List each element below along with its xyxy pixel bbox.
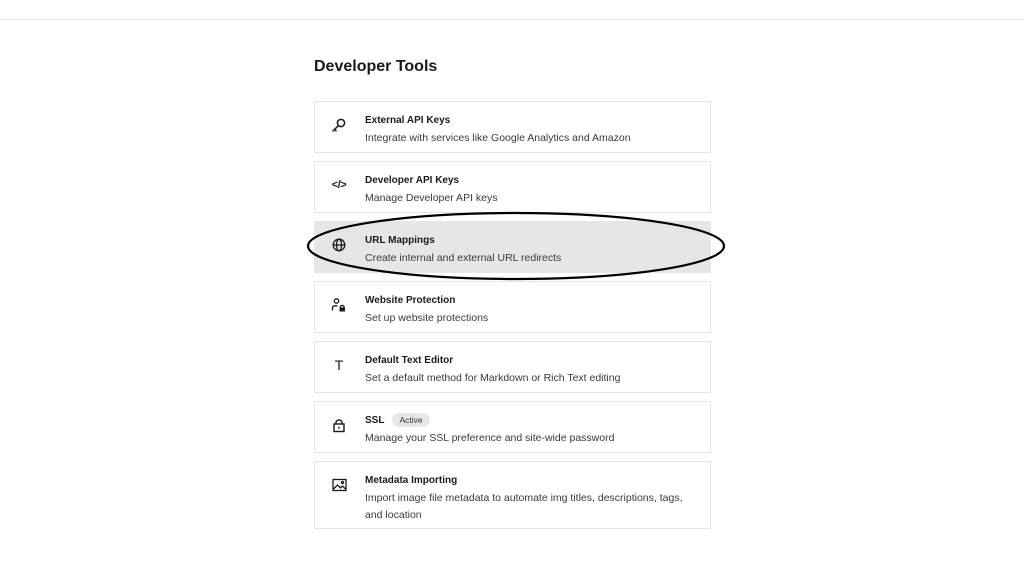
item-description: Set a default method for Markdown or Ric…: [365, 372, 621, 384]
key-icon: [329, 115, 349, 135]
item-title: Website Protection: [365, 294, 456, 306]
metadata-importing-item[interactable]: Metadata Importing Import image file met…: [314, 461, 711, 529]
item-title: Metadata Importing: [365, 474, 458, 486]
url-mappings-item[interactable]: URL Mappings Create internal and externa…: [314, 221, 711, 273]
text-t-icon: T: [334, 357, 344, 373]
item-description: Manage your SSL preference and site-wide…: [365, 432, 615, 444]
lock-icon: [329, 415, 349, 435]
item-description: Import image file metadata to automate i…: [365, 492, 683, 521]
item-title: URL Mappings: [365, 234, 435, 246]
developer-tools-panel: Developer Tools External API Keys Integr…: [314, 55, 711, 529]
item-description: Integrate with services like Google Anal…: [365, 132, 631, 144]
globe-icon: [329, 235, 349, 255]
external-api-keys-item[interactable]: External API Keys Integrate with service…: [314, 101, 711, 153]
default-text-editor-item[interactable]: T Default Text Editor Set a default meth…: [314, 341, 711, 393]
item-description: Manage Developer API keys: [365, 192, 498, 204]
code-icon: </>: [331, 179, 347, 191]
page-title: Developer Tools: [314, 58, 438, 75]
header-divider: [0, 19, 1024, 20]
item-title: Developer API Keys: [365, 174, 460, 186]
image-icon: [329, 475, 349, 495]
website-protection-item[interactable]: Website Protection Set up website protec…: [314, 281, 711, 333]
item-title: External API Keys: [365, 114, 451, 126]
item-description: Create internal and external URL redirec…: [365, 252, 562, 264]
item-title: Default Text Editor: [365, 354, 454, 366]
item-description: Set up website protections: [365, 312, 489, 324]
developer-api-keys-item[interactable]: </> Developer API Keys Manage Developer …: [314, 161, 711, 213]
user-lock-icon: [329, 295, 349, 315]
ssl-item[interactable]: SSL Active Manage your SSL preference an…: [314, 401, 711, 453]
item-title: SSL: [365, 414, 385, 426]
status-badge: Active: [392, 413, 430, 427]
